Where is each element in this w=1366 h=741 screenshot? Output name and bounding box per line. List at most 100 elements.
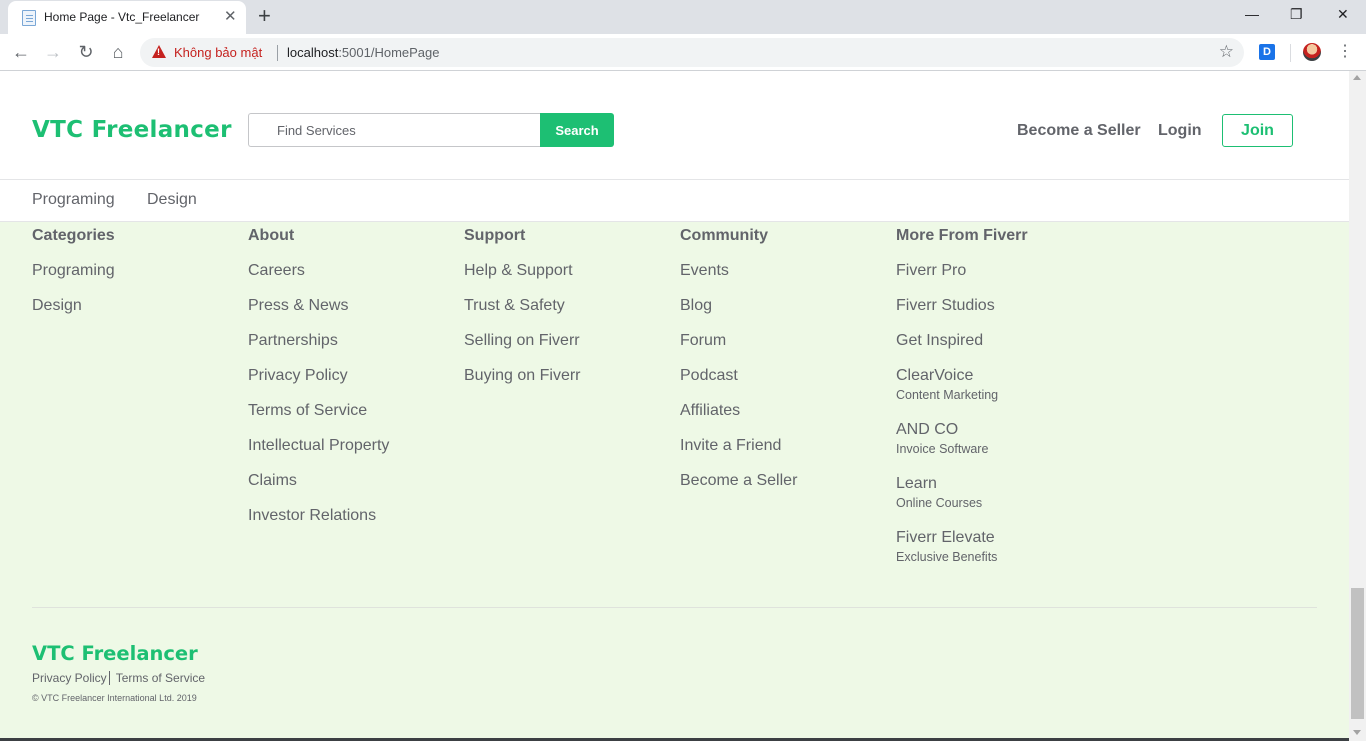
- footer-link-label: Buying on Fiverr: [464, 367, 581, 384]
- footer-link[interactable]: Partnerships: [248, 333, 458, 368]
- url-text[interactable]: localhost:5001/HomePage: [287, 45, 440, 60]
- footer-link-label: Privacy Policy: [248, 367, 348, 384]
- join-button[interactable]: Join: [1222, 114, 1293, 147]
- footer-link[interactable]: Buying on Fiverr: [464, 368, 674, 403]
- browser-tab[interactable]: Home Page - Vtc_Freelancer ✕: [8, 1, 246, 34]
- footer-link[interactable]: Fiverr Pro: [896, 263, 1106, 298]
- footer-link-label: Partnerships: [248, 332, 338, 349]
- footer-column-title: More From Fiverr: [896, 227, 1028, 244]
- scrollbar[interactable]: [1349, 71, 1366, 741]
- divider: [1290, 44, 1291, 62]
- security-label[interactable]: Không bảo mật: [174, 45, 262, 60]
- footer-link-label: Learn: [896, 475, 937, 492]
- footer-link[interactable]: Investor Relations: [248, 508, 458, 543]
- site-logo[interactable]: VTC Freelancer: [32, 117, 232, 143]
- footer-link[interactable]: Events: [680, 263, 890, 298]
- avatar[interactable]: [1303, 43, 1321, 61]
- more-vert-icon[interactable]: ⋮: [1337, 42, 1353, 62]
- bookmark-star-icon[interactable]: ☆: [1219, 42, 1234, 62]
- footer-link-label: Terms of Service: [248, 402, 368, 419]
- footer-link[interactable]: AND CO Invoice Software: [896, 422, 1106, 476]
- footer-link-label: AND CO: [896, 421, 959, 438]
- footer-link-label: Trust & Safety: [464, 297, 565, 314]
- restore-icon[interactable]: ❐: [1290, 4, 1303, 24]
- back-arrow-icon[interactable]: ←: [9, 40, 33, 64]
- footer-link[interactable]: Programing: [32, 263, 242, 298]
- footer-column-title: About: [248, 227, 295, 244]
- footer-link-label: Events: [680, 262, 729, 279]
- footer-link[interactable]: Terms of Service: [248, 403, 458, 438]
- category-nav-item-design[interactable]: Design: [147, 191, 197, 209]
- footer-link[interactable]: Forum: [680, 333, 890, 368]
- footer-link-label: Podcast: [680, 367, 738, 384]
- footer-column: Categories Programing Design: [32, 228, 242, 333]
- footer-link-label: Press & News: [248, 297, 349, 314]
- footer-link-label: Forum: [680, 332, 727, 349]
- footer-link[interactable]: ClearVoice Content Marketing: [896, 368, 1106, 422]
- home-icon[interactable]: ⌂: [106, 40, 130, 64]
- footer-link-subtitle: Online Courses: [896, 496, 983, 510]
- footer-link-label: Investor Relations: [248, 507, 377, 524]
- footer-link[interactable]: Intellectual Property: [248, 438, 458, 473]
- footer-column: About Careers Press & News Partnerships Priv…: [248, 228, 458, 543]
- address-bar[interactable]: Không bảo mật localhost:5001/HomePage ☆: [140, 38, 1244, 67]
- footer-link[interactable]: Blog: [680, 298, 890, 333]
- footer-link[interactable]: Get Inspired: [896, 333, 1106, 368]
- close-icon[interactable]: ✕: [224, 8, 237, 26]
- close-window-icon[interactable]: ✕: [1337, 4, 1349, 24]
- footer-terms-link[interactable]: Terms of Service: [116, 671, 205, 685]
- footer-link[interactable]: Affiliates: [680, 403, 890, 438]
- search-input[interactable]: [248, 113, 541, 147]
- footer-link-label: Fiverr Studios: [896, 297, 995, 314]
- browser-toolbar: ← → ↻ ⌂ Không bảo mật localhost:5001/Hom…: [0, 34, 1366, 71]
- footer-link[interactable]: Trust & Safety: [464, 298, 674, 333]
- scroll-thumb[interactable]: [1351, 588, 1364, 719]
- footer-column-title: Support: [464, 227, 526, 244]
- search-button[interactable]: Search: [540, 113, 614, 147]
- footer-link-label: Invite a Friend: [680, 437, 782, 454]
- footer-column: More From Fiverr Fiverr Pro Fiverr Studios…: [896, 228, 1106, 584]
- footer-link[interactable]: Design: [32, 298, 242, 333]
- scroll-up-icon[interactable]: [1353, 75, 1361, 80]
- footer-link[interactable]: Fiverr Studios: [896, 298, 1106, 333]
- footer-link-label: Blog: [680, 297, 713, 314]
- footer-link[interactable]: Privacy Policy: [248, 368, 458, 403]
- scroll-down-icon[interactable]: [1353, 730, 1361, 735]
- category-nav: Programing Design: [0, 179, 1349, 222]
- forward-arrow-icon[interactable]: →: [41, 40, 65, 64]
- footer-link-subtitle: Invoice Software: [896, 442, 989, 456]
- footer-link[interactable]: Fiverr Elevate Exclusive Benefits: [896, 530, 1106, 584]
- divider: [32, 607, 1317, 608]
- footer-link-label: Get Inspired: [896, 332, 984, 349]
- footer-link[interactable]: Become a Seller: [680, 473, 890, 508]
- category-nav-item-programing[interactable]: Programing: [32, 191, 115, 209]
- footer-link[interactable]: Podcast: [680, 368, 890, 403]
- login-link[interactable]: Login: [1158, 122, 1202, 140]
- footer-link-label: Become a Seller: [680, 472, 798, 489]
- footer-privacy-link[interactable]: Privacy Policy: [32, 671, 107, 685]
- footer-link[interactable]: Help & Support: [464, 263, 674, 298]
- footer-link-subtitle: Exclusive Benefits: [896, 550, 998, 564]
- browser-tab-bar: Home Page - Vtc_Freelancer ✕ + — ❐ ✕: [0, 0, 1366, 34]
- site-footer: Categories Programing Design About Careers Pr…: [0, 222, 1349, 741]
- footer-link[interactable]: Selling on Fiverr: [464, 333, 674, 368]
- footer-link-label: Programing: [32, 262, 115, 279]
- divider: [108, 671, 110, 685]
- footer-link[interactable]: Claims: [248, 473, 458, 508]
- footer-link[interactable]: Invite a Friend: [680, 438, 890, 473]
- reload-icon[interactable]: ↻: [74, 40, 98, 64]
- plus-icon[interactable]: +: [258, 4, 271, 28]
- extension-icon[interactable]: D: [1259, 44, 1275, 60]
- copyright-text: © VTC Freelancer International Ltd. 2019: [32, 693, 197, 703]
- footer-link-subtitle: Content Marketing: [896, 388, 999, 402]
- footer-link-label: Design: [32, 297, 82, 314]
- footer-link[interactable]: Learn Online Courses: [896, 476, 1106, 530]
- footer-logo[interactable]: VTC Freelancer: [32, 642, 198, 665]
- footer-link-label: Fiverr Pro: [896, 262, 967, 279]
- footer-link[interactable]: Press & News: [248, 298, 458, 333]
- footer-link[interactable]: Careers: [248, 263, 458, 298]
- page-icon: [22, 10, 36, 26]
- warning-icon: [152, 45, 166, 58]
- become-seller-link[interactable]: Become a Seller: [1017, 122, 1141, 140]
- minimize-icon[interactable]: —: [1245, 4, 1259, 24]
